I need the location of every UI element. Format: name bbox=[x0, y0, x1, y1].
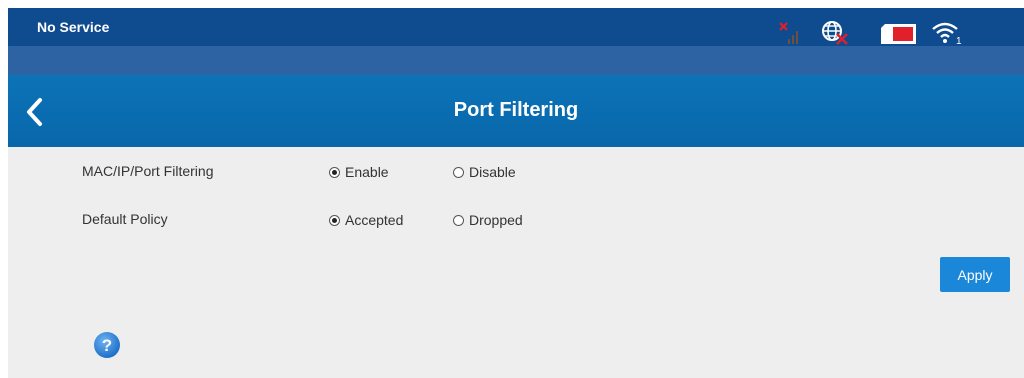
mac-filtering-disable-label: Disable bbox=[469, 164, 516, 180]
wifi-icon: 1 bbox=[932, 22, 962, 46]
status-bar: No Service 1 bbox=[8, 8, 1024, 46]
sub-header-strip bbox=[8, 46, 1024, 75]
default-policy-accepted-label: Accepted bbox=[345, 212, 404, 228]
mac-filtering-enable-radio[interactable]: Enable bbox=[329, 164, 389, 180]
default-policy-dropped-radio[interactable]: Dropped bbox=[453, 212, 523, 228]
radio-unchecked-icon[interactable] bbox=[453, 166, 464, 178]
svg-text:?: ? bbox=[102, 336, 112, 355]
default-policy-accepted-radio[interactable]: Accepted bbox=[329, 212, 403, 228]
network-status-text: No Service bbox=[37, 19, 110, 35]
page-title: Port Filtering bbox=[453, 99, 579, 121]
mac-filtering-enable-label: Enable bbox=[345, 164, 389, 180]
default-policy-label: Default Policy bbox=[82, 211, 168, 227]
mac-filtering-disable-radio[interactable]: Disable bbox=[453, 164, 516, 180]
radio-checked-icon[interactable] bbox=[329, 214, 340, 226]
signal-none-icon bbox=[779, 22, 798, 44]
radio-unchecked-icon[interactable] bbox=[453, 214, 464, 226]
wifi-client-count: 1 bbox=[956, 36, 962, 46]
default-policy-dropped-label: Dropped bbox=[469, 212, 523, 228]
radio-checked-icon[interactable] bbox=[329, 166, 340, 178]
apply-button[interactable]: Apply bbox=[940, 257, 1010, 292]
sim-card-icon bbox=[881, 24, 916, 44]
mac-filtering-label: MAC/IP/Port Filtering bbox=[82, 163, 214, 179]
app-frame: No Service 1 Port Filtering MAC/IP/Port … bbox=[8, 8, 1024, 378]
globe-disconnected-icon bbox=[822, 21, 848, 45]
title-bar: Port Filtering bbox=[8, 75, 1024, 147]
help-button[interactable]: ? bbox=[93, 331, 121, 359]
